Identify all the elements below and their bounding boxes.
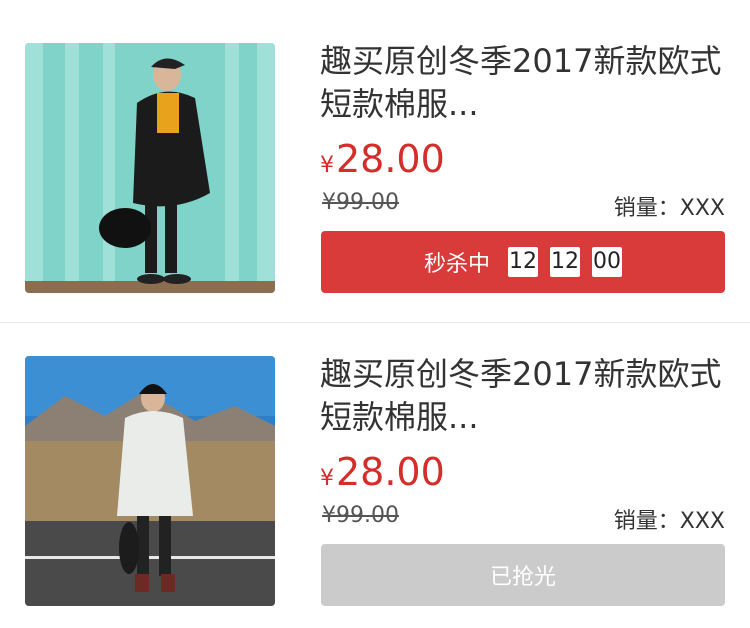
currency-symbol: ¥ <box>320 153 334 178</box>
price-value: 28.00 <box>336 137 445 181</box>
sales-count: 销量：XXX <box>613 509 725 534</box>
countdown-seconds: 00 <box>592 247 622 277</box>
flash-sale-label: 秒杀中 <box>423 252 490 277</box>
currency-symbol: ¥ <box>320 466 334 491</box>
product-price: ¥28.00 <box>320 137 445 181</box>
countdown-hours: 12 <box>508 247 538 277</box>
product-title[interactable]: 趣买原创冬季2017新款欧式短款棉服... <box>320 353 730 439</box>
sold-out-label: 已抢光 <box>489 565 556 590</box>
sales-count: 销量：XXX <box>613 196 725 221</box>
original-price: ¥99.00 <box>322 503 399 528</box>
product-title[interactable]: 趣买原创冬季2017新款欧式短款棉服... <box>320 40 730 126</box>
countdown-minutes: 12 <box>550 247 580 277</box>
product-item[interactable]: 趣买原创冬季2017新款欧式短款棉服... ¥28.00 ¥99.00 销量：X… <box>0 0 750 312</box>
product-image[interactable] <box>25 43 275 293</box>
flash-sale-button[interactable]: 秒杀中 12 12 00 <box>321 231 725 293</box>
price-value: 28.00 <box>336 450 445 494</box>
sold-out-button[interactable]: 已抢光 <box>321 544 725 606</box>
product-image[interactable] <box>25 356 275 606</box>
original-price: ¥99.00 <box>322 190 399 215</box>
product-price: ¥28.00 <box>320 450 445 494</box>
product-item[interactable]: 趣买原创冬季2017新款欧式短款棉服... ¥28.00 ¥99.00 销量：X… <box>0 313 750 625</box>
